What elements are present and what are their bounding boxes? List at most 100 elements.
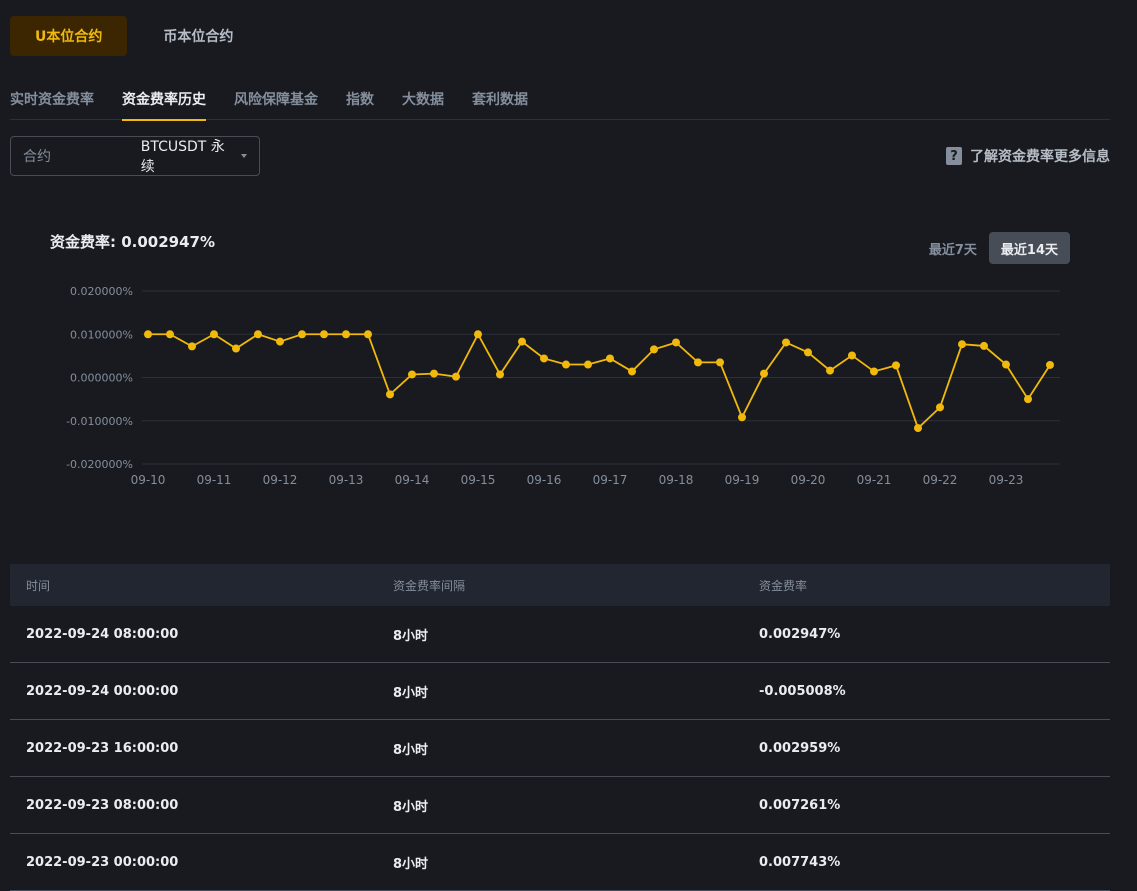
cell-interval: 8小时 (393, 742, 429, 758)
range-selector: 最近7天 最近14天 (923, 232, 1070, 264)
x-tick-label: 09-19 (725, 473, 760, 487)
data-point[interactable] (782, 338, 790, 347)
data-point[interactable] (518, 337, 526, 346)
data-point[interactable] (276, 337, 284, 346)
data-point[interactable] (826, 366, 834, 375)
data-point[interactable] (232, 344, 240, 353)
cell-time: 2022-09-23 00:00:00 (26, 854, 179, 870)
data-point[interactable] (254, 330, 262, 339)
y-tick-label: 0.020000% (70, 285, 133, 298)
range-14-days-button[interactable]: 最近14天 (988, 232, 1070, 264)
x-tick-label: 09-11 (197, 473, 232, 487)
data-point[interactable] (672, 338, 680, 347)
cell-rate: 0.007743% (759, 854, 841, 870)
contract-value: BTCUSDT 永续 (140, 139, 225, 175)
table-row: 2022-09-24 08:00:00 8小时 0.002947% (10, 606, 1110, 663)
data-point[interactable] (364, 330, 372, 339)
header-interval: 资金费率间隔 (393, 578, 466, 593)
nav-big-data[interactable]: 大数据 (402, 78, 444, 120)
x-tick-label: 09-21 (857, 473, 892, 487)
cell-rate: 0.007261% (759, 797, 841, 813)
x-tick-label: 09-15 (461, 473, 496, 487)
cell-time: 2022-09-24 00:00:00 (26, 683, 179, 699)
nav-insurance-fund[interactable]: 风险保障基金 (234, 78, 318, 120)
table-row: 2022-09-24 00:00:00 8小时 -0.005008% (10, 663, 1110, 720)
data-point[interactable] (804, 348, 812, 357)
question-icon: ? (946, 147, 962, 165)
x-tick-label: 09-10 (131, 473, 166, 487)
data-point[interactable] (474, 330, 482, 339)
data-point[interactable] (452, 372, 460, 381)
data-point[interactable] (386, 390, 394, 399)
data-point[interactable] (496, 370, 504, 379)
cell-time: 2022-09-24 08:00:00 (26, 626, 179, 642)
data-point[interactable] (342, 330, 350, 339)
data-point[interactable] (1046, 360, 1054, 369)
x-tick-label: 09-20 (791, 473, 826, 487)
data-point[interactable] (562, 360, 570, 369)
data-point[interactable] (320, 330, 328, 339)
x-tick-label: 09-12 (263, 473, 298, 487)
sub-navigation: 实时资金费率 资金费率历史 风险保障基金 指数 大数据 套利数据 (10, 78, 1110, 121)
funding-rate-title: 资金费率: 0.002947% (50, 233, 216, 251)
data-point[interactable] (144, 330, 152, 339)
header-time: 时间 (26, 578, 51, 593)
nav-funding-rate-history[interactable]: 资金费率历史 (122, 78, 206, 121)
data-point[interactable] (958, 340, 966, 349)
data-point[interactable] (540, 354, 548, 363)
data-point[interactable] (408, 370, 416, 379)
cell-time: 2022-09-23 16:00:00 (26, 740, 179, 756)
contract-select[interactable]: 合约 BTCUSDT 永续 (10, 136, 260, 176)
table-row: 2022-09-23 16:00:00 8小时 0.002959% (10, 720, 1110, 777)
y-tick-label: 0.010000% (70, 328, 133, 341)
caret-down-icon (241, 154, 247, 158)
nav-arbitrage-data[interactable]: 套利数据 (472, 78, 528, 120)
data-point[interactable] (166, 330, 174, 339)
cell-interval: 8小时 (393, 628, 429, 644)
tab-usdt-margined[interactable]: U本位合约 (10, 16, 128, 56)
data-point[interactable] (188, 342, 196, 351)
range-7-days-button[interactable]: 最近7天 (923, 232, 983, 264)
contract-type-tabs: U本位合约 币本位合约 (10, 16, 269, 56)
x-tick-label: 09-14 (395, 473, 430, 487)
funding-rate-info-link[interactable]: ? 了解资金费率更多信息 (946, 146, 1110, 166)
cell-time: 2022-09-23 08:00:00 (26, 797, 179, 813)
nav-index[interactable]: 指数 (346, 78, 374, 120)
data-point[interactable] (210, 330, 218, 339)
tab-coin-margined[interactable]: 币本位合约 (127, 16, 269, 56)
data-point[interactable] (584, 360, 592, 369)
data-point[interactable] (760, 369, 768, 378)
data-point[interactable] (870, 367, 878, 376)
data-point[interactable] (430, 369, 438, 378)
x-tick-label: 09-17 (593, 473, 628, 487)
data-point[interactable] (936, 403, 944, 412)
data-point[interactable] (1024, 395, 1032, 404)
cell-rate: 0.002959% (759, 740, 841, 756)
data-point[interactable] (914, 424, 922, 433)
cell-interval: 8小时 (393, 856, 429, 872)
table-header: 时间 资金费率间隔 资金费率 (10, 564, 1110, 606)
data-point[interactable] (628, 367, 636, 376)
x-tick-label: 09-16 (527, 473, 562, 487)
y-tick-label: -0.020000% (66, 458, 133, 471)
data-point[interactable] (650, 345, 658, 354)
data-point[interactable] (738, 413, 746, 422)
header-rate: 资金费率 (759, 578, 808, 593)
data-point[interactable] (606, 354, 614, 363)
funding-history-table: 时间 资金费率间隔 资金费率 2022-09-24 08:00:00 8小时 0… (10, 564, 1110, 891)
data-point[interactable] (694, 358, 702, 367)
contract-label: 合约 (23, 149, 51, 165)
data-point[interactable] (892, 361, 900, 370)
data-point[interactable] (716, 358, 724, 367)
data-point[interactable] (848, 351, 856, 360)
data-point[interactable] (1002, 360, 1010, 369)
data-point[interactable] (980, 341, 988, 350)
cell-rate: -0.005008% (759, 683, 846, 699)
info-link-label: 了解资金费率更多信息 (970, 149, 1110, 165)
series-line (148, 332, 1051, 430)
nav-realtime-funding-rate[interactable]: 实时资金费率 (10, 78, 94, 120)
table-row: 2022-09-23 08:00:00 8小时 0.007261% (10, 777, 1110, 834)
cell-rate: 0.002947% (759, 626, 841, 642)
x-tick-label: 09-23 (989, 473, 1024, 487)
data-point[interactable] (298, 330, 306, 339)
